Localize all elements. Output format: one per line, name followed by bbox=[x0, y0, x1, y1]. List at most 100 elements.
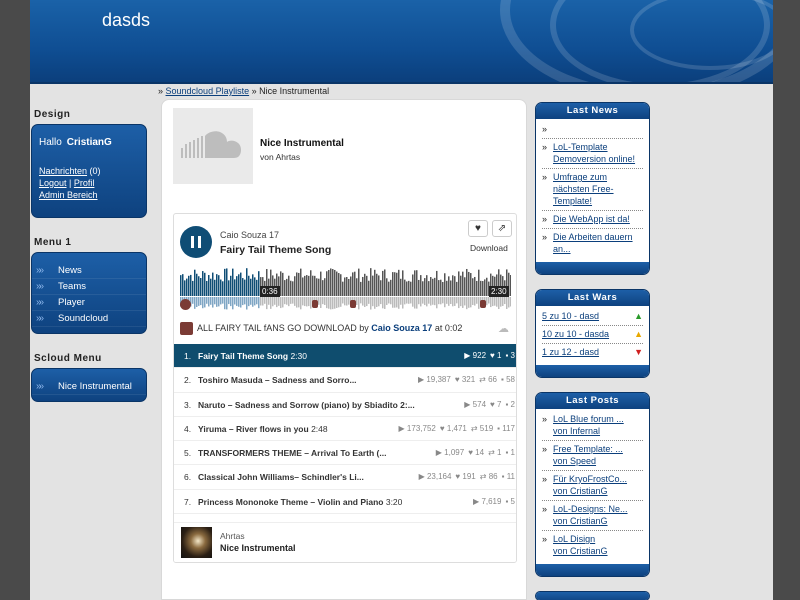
post-title[interactable]: LoL Blue forum ... bbox=[542, 413, 643, 425]
waveform-bar bbox=[424, 278, 426, 296]
track-number: 7. bbox=[184, 496, 192, 507]
comment-marker-icon[interactable] bbox=[312, 300, 318, 308]
admin-link[interactable]: Admin Bereich bbox=[39, 190, 98, 200]
track-row[interactable]: 2. Toshiro Masuda – Sadness and Sorro... … bbox=[174, 368, 516, 393]
player-user[interactable]: Caio Souza 17 bbox=[220, 230, 279, 240]
menu-item-nice-instrumental[interactable]: »» Nice Instrumental bbox=[32, 379, 146, 395]
waveform[interactable]: 0:36 2:30 bbox=[180, 264, 511, 312]
post-item[interactable]: LoL Blue forum ...von Infernal bbox=[542, 413, 643, 437]
like-count: 1 bbox=[497, 351, 502, 360]
post-author[interactable]: von CristianG bbox=[542, 515, 643, 527]
menu-item-label: Nice Instrumental bbox=[58, 381, 132, 392]
post-item[interactable]: Für KryoFrostCo...von CristianG bbox=[542, 473, 643, 497]
waveform-reflection bbox=[276, 297, 278, 308]
waveform-bar bbox=[192, 280, 194, 296]
chevron-right-icon: »» bbox=[36, 281, 44, 292]
waveform-reflection bbox=[318, 297, 320, 305]
comment-author[interactable]: Caio Souza 17 bbox=[371, 323, 432, 333]
waveform-bar bbox=[484, 279, 486, 296]
track-row[interactable]: 6. Classical John Williams– Schindler's L… bbox=[174, 465, 516, 490]
war-item[interactable]: 5 zu 10 - dasd ▲ bbox=[542, 310, 643, 322]
post-item[interactable]: Free Template: ...von Speed bbox=[542, 443, 643, 467]
comment-marker-icon[interactable] bbox=[350, 300, 356, 308]
war-result: 10 zu 10 - dasda bbox=[542, 329, 610, 339]
waveform-bar bbox=[446, 280, 448, 296]
post-author[interactable]: von Speed bbox=[542, 455, 643, 467]
track-row[interactable]: 5. TRANSFORMERS THEME – Arrival To Earth … bbox=[174, 441, 516, 466]
waveform-reflection bbox=[226, 297, 228, 310]
playlist-artist[interactable]: Ahrtas bbox=[220, 531, 245, 541]
commenter-avatar bbox=[180, 322, 193, 335]
waveform-reflection bbox=[418, 297, 420, 305]
waveform-reflection bbox=[388, 297, 390, 304]
post-author[interactable]: von Infernal bbox=[542, 425, 643, 437]
waveform-bar bbox=[310, 270, 312, 296]
post-item[interactable]: LoL Disignvon CristianG bbox=[542, 533, 643, 557]
track-duration: 2:30 bbox=[290, 351, 307, 361]
profile-link[interactable]: Profil bbox=[74, 178, 95, 188]
track-duration: 2:48 bbox=[311, 423, 328, 434]
like-button[interactable]: ♥ bbox=[468, 220, 488, 237]
track-title: Toshiro Masuda – Sadness and Sorro... bbox=[198, 375, 357, 385]
news-item[interactable]: Umfrage zum nächsten Free-Template! bbox=[542, 171, 643, 207]
messages-link[interactable]: Nachrichten bbox=[39, 166, 87, 176]
breadcrumb-link[interactable]: Soundcloud Playliste bbox=[166, 86, 250, 96]
menu1-box: »» News »» Teams »» Player »» Soundcloud bbox=[31, 252, 147, 334]
site-header: dasds bbox=[30, 0, 773, 84]
menu-item-teams[interactable]: »» Teams bbox=[32, 279, 146, 295]
waveform-reflection bbox=[336, 297, 338, 309]
waveform-reflection bbox=[470, 297, 472, 308]
waveform-reflection bbox=[492, 297, 494, 307]
track-row[interactable]: 7. Princess Mononoke Theme – Violin and P… bbox=[174, 490, 516, 515]
artist-avatar[interactable] bbox=[181, 527, 212, 558]
comment-by-label: by bbox=[359, 322, 369, 333]
track-row[interactable]: 4. Yiruma – River flows in you 2:48 ▶ 173,… bbox=[174, 417, 516, 442]
repost-count: 1 bbox=[497, 448, 502, 458]
waveform-reflection bbox=[496, 297, 498, 307]
war-result: 5 zu 10 - dasd bbox=[542, 311, 600, 321]
play-count: 19,387 bbox=[426, 375, 451, 385]
waveform-reflection bbox=[298, 297, 300, 308]
menu-item-news[interactable]: »» News bbox=[32, 263, 146, 279]
track-row[interactable]: 3. Naruto – Sadness and Sorrow (piano) by… bbox=[174, 393, 516, 417]
download-link[interactable]: Download bbox=[470, 243, 508, 253]
news-item[interactable] bbox=[542, 123, 643, 135]
comment-avatar-icon[interactable] bbox=[180, 299, 191, 310]
wars-list: 5 zu 10 - dasd ▲ 10 zu 10 - dasda ▲ 1 zu 12 … bbox=[536, 306, 649, 365]
news-item[interactable]: Die WebApp ist da! bbox=[542, 213, 643, 225]
pause-button[interactable] bbox=[180, 226, 212, 258]
waveform-reflection bbox=[410, 297, 412, 304]
track-title-text: TRANSFORMERS THEME – Arrival To Earth (.… bbox=[198, 448, 387, 459]
site-title[interactable]: dasds bbox=[102, 10, 150, 31]
post-title[interactable]: LoL-Designs: Ne... bbox=[542, 503, 643, 515]
waveform-bar bbox=[280, 271, 282, 296]
waveform-reflection bbox=[458, 297, 460, 309]
menu-item-soundcloud[interactable]: »» Soundcloud bbox=[32, 311, 146, 327]
share-button[interactable]: ⇗ bbox=[492, 220, 512, 237]
news-item[interactable]: Die Arbeiten dauern an... bbox=[542, 231, 643, 255]
track-title: Yiruma – River flows in you 2:48 bbox=[198, 424, 328, 434]
comment-icon: ▪ bbox=[505, 399, 509, 409]
waveform-reflection bbox=[340, 297, 342, 307]
waveform-reflection bbox=[448, 297, 450, 306]
waveform-bar bbox=[474, 276, 476, 296]
playlist-title[interactable]: Nice Instrumental bbox=[220, 543, 296, 553]
post-title[interactable]: Free Template: ... bbox=[542, 443, 643, 455]
waveform-reflection bbox=[320, 297, 322, 308]
war-item[interactable]: 10 zu 10 - dasda ▲ bbox=[542, 328, 643, 340]
player-song-title[interactable]: Fairy Tail Theme Song bbox=[220, 244, 331, 256]
news-item[interactable]: LoL-Template Demoversion online! bbox=[542, 141, 643, 165]
post-item[interactable]: LoL-Designs: Ne...von CristianG bbox=[542, 503, 643, 527]
waveform-reflection bbox=[246, 297, 248, 310]
menu-item-player[interactable]: »» Player bbox=[32, 295, 146, 311]
comment-marker-icon[interactable] bbox=[480, 300, 486, 308]
war-item[interactable]: 1 zu 12 - dasd ▼ bbox=[542, 346, 643, 358]
post-author[interactable]: von CristianG bbox=[542, 485, 643, 497]
post-author[interactable]: von CristianG bbox=[542, 545, 643, 557]
post-title[interactable]: LoL Disign bbox=[542, 533, 643, 545]
design-heading: Design bbox=[34, 109, 71, 120]
logout-link[interactable]: Logout bbox=[39, 178, 67, 188]
post-title[interactable]: Für KryoFrostCo... bbox=[542, 473, 643, 485]
track-row[interactable]: 1. Fairy Tail Theme Song 2:30 ▶ 922 ♥ 1 ▪ 3 bbox=[174, 344, 516, 369]
play-count: 574 bbox=[472, 399, 487, 409]
